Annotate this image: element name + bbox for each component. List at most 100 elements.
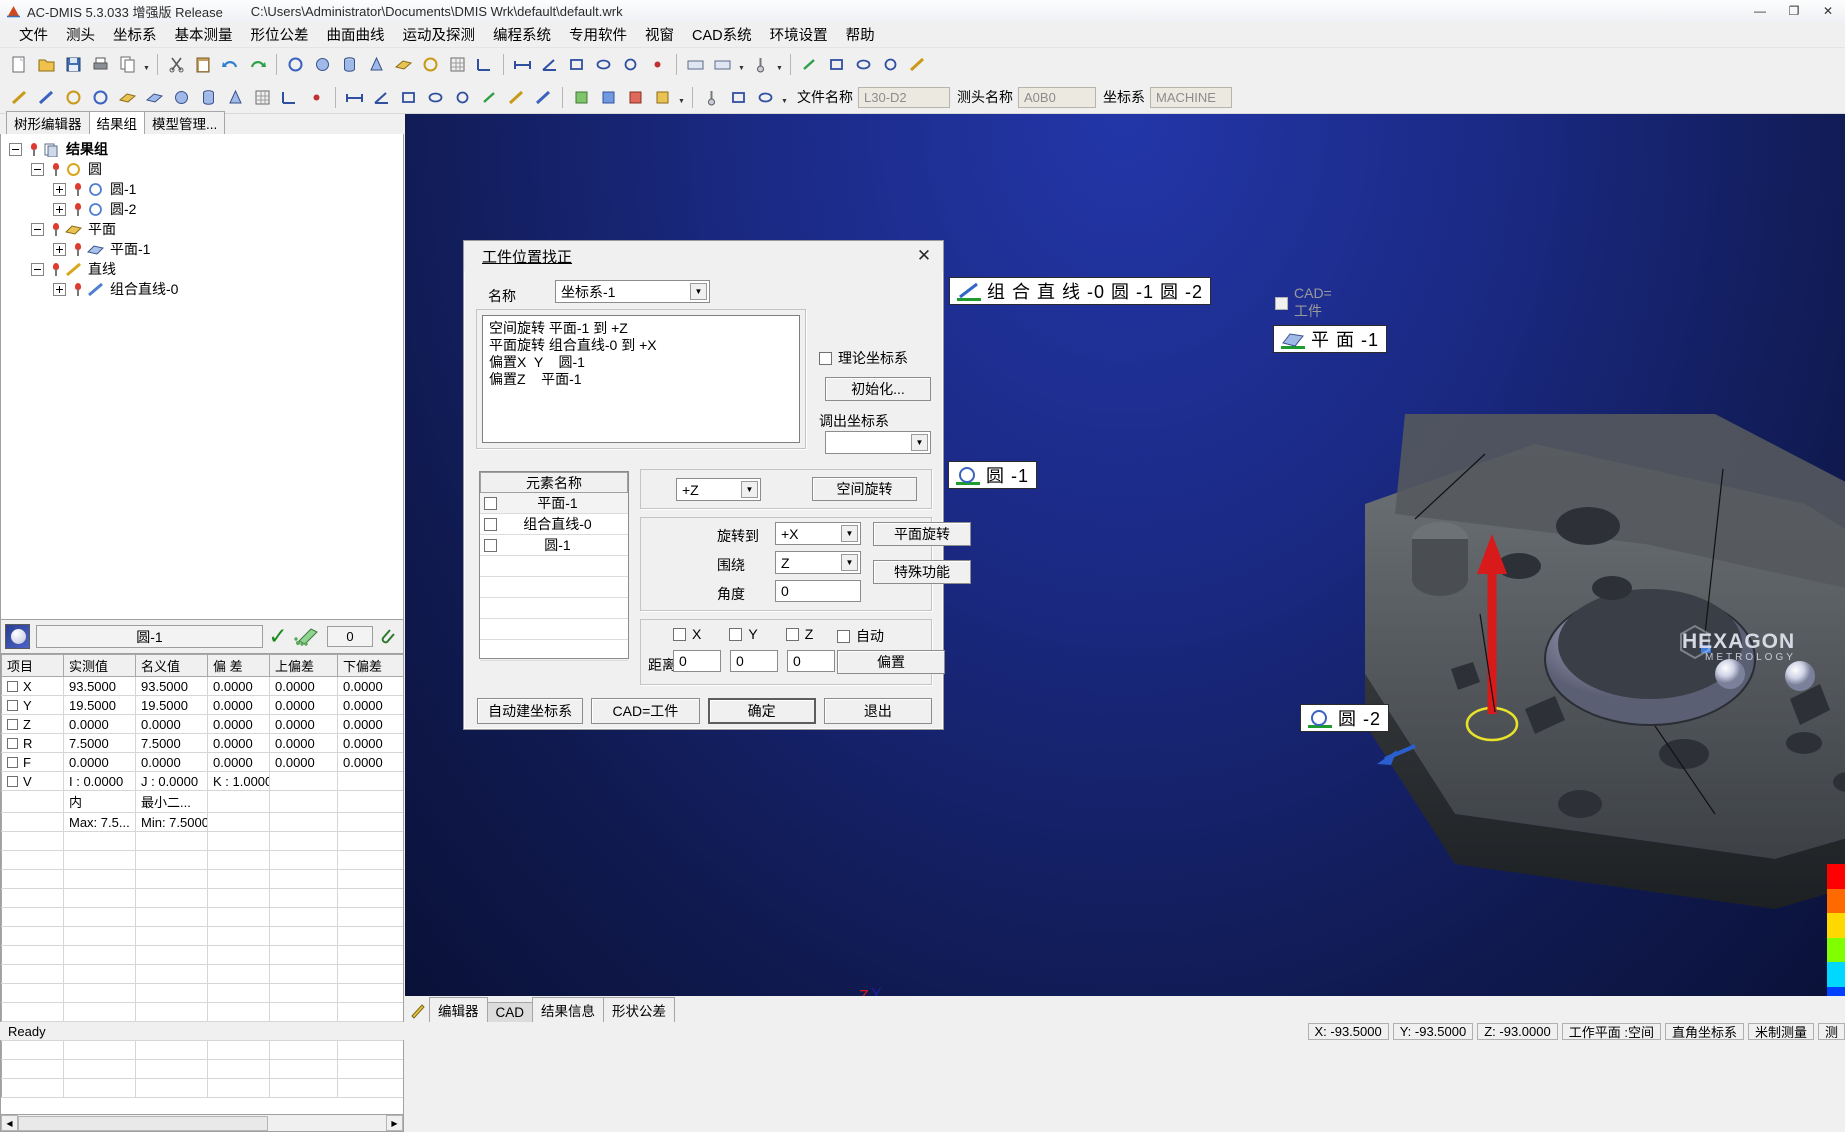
dialog-close-button[interactable]: ✕ <box>913 245 935 267</box>
element-list[interactable]: 平面-1 组合直线-0 圆-1 <box>480 493 628 661</box>
collapse-icon[interactable] <box>31 162 44 176</box>
toolbar2-btn-9[interactable] <box>250 85 275 110</box>
toolbar1-btn-4[interactable] <box>115 52 140 77</box>
toolbar1-btn-27[interactable] <box>824 52 849 77</box>
toolbar2-btn-0[interactable] <box>7 85 32 110</box>
table-header-0[interactable]: 项目 <box>1 654 64 677</box>
toolbar1-btn-25[interactable] <box>748 52 773 77</box>
toolbar1-btn-26[interactable] <box>797 52 822 77</box>
toolbar1-btn-24[interactable] <box>710 52 735 77</box>
tolerance-value-field[interactable]: 0 <box>327 626 373 647</box>
toolbar1-btn-8[interactable] <box>245 52 270 77</box>
toolbar1-btn-19[interactable] <box>564 52 589 77</box>
dialog-button-2[interactable]: 确定 <box>707 698 816 724</box>
toolbar2-btn-1[interactable] <box>34 85 59 110</box>
chevron-down-icon[interactable]: ▼ <box>911 434 928 451</box>
table-row-empty[interactable] <box>1 945 403 965</box>
auto-offset-checkbox[interactable]: 自动 <box>837 626 884 646</box>
dialog-button-0[interactable]: 自动建坐标系 <box>477 698 584 724</box>
toolbar-field-value-2[interactable]: MACHINE <box>1150 86 1232 108</box>
plane-rotate-button[interactable]: 平面旋转 <box>873 522 971 546</box>
space-rotate-button[interactable]: 空间旋转 <box>812 477 917 501</box>
table-row-empty[interactable] <box>1 1040 403 1060</box>
menu-item-5[interactable]: 曲面曲线 <box>318 21 394 48</box>
toolbar2-btn-25[interactable] <box>726 85 751 110</box>
viewport-label-1[interactable]: 平 面 -1 <box>1273 325 1388 353</box>
tree-node-5[interactable]: 平面-1 <box>9 239 403 259</box>
offset-axis-z-checkbox[interactable]: Z <box>785 626 813 642</box>
element-list-item-empty[interactable] <box>480 598 628 619</box>
tree-node-3[interactable]: 圆-2 <box>9 199 403 219</box>
toolbar1-btn-22[interactable] <box>645 52 670 77</box>
toolbar2-btn-4[interactable] <box>115 85 140 110</box>
toolbar1-btn-28[interactable] <box>851 52 876 77</box>
table-row-empty[interactable] <box>1 964 403 984</box>
chevron-down-icon[interactable]: ▼ <box>741 481 758 498</box>
row-checkbox[interactable] <box>7 737 18 749</box>
table-row-empty[interactable] <box>1 1059 403 1079</box>
menu-item-9[interactable]: 视窗 <box>636 21 683 48</box>
dialog-button-1[interactable]: CAD=工件 <box>591 698 700 724</box>
row-checkbox[interactable] <box>7 775 18 787</box>
checkbox-box[interactable] <box>673 627 686 641</box>
menu-item-0[interactable]: 文件 <box>10 21 57 48</box>
close-button[interactable]: ✕ <box>1811 0 1845 22</box>
toolbar1-btn-9[interactable] <box>283 52 308 77</box>
toolbar1-btn-21[interactable] <box>618 52 643 77</box>
element-list-item-empty[interactable] <box>480 619 628 640</box>
toolbar2-btn-26[interactable] <box>753 85 778 110</box>
tree-node-1[interactable]: 圆 <box>9 159 403 179</box>
element-list-item-0[interactable]: 平面-1 <box>480 493 628 514</box>
table-row-empty[interactable] <box>1 1002 403 1022</box>
toolbar2-btn-18[interactable] <box>504 85 529 110</box>
element-list-item-empty[interactable] <box>480 556 628 577</box>
toolbar1-btn-6[interactable] <box>191 52 216 77</box>
menu-item-4[interactable]: 形位公差 <box>242 21 318 48</box>
table-row-empty[interactable] <box>1 983 403 1003</box>
toolbar1-btn-3[interactable] <box>88 52 113 77</box>
toolbar2-btn-22[interactable] <box>623 85 648 110</box>
toolbar2-btn-11[interactable] <box>304 85 329 110</box>
offset-axis-y-checkbox[interactable]: Y <box>729 626 758 642</box>
toolbar2-btn-17[interactable] <box>477 85 502 110</box>
table-header-2[interactable]: 名义值 <box>135 654 208 677</box>
toolbar1-btn-13[interactable] <box>391 52 416 77</box>
menu-item-3[interactable]: 基本测量 <box>166 21 242 48</box>
table-row-empty[interactable] <box>1 926 403 946</box>
toolbar2-btn-3[interactable] <box>88 85 113 110</box>
table-row-empty[interactable] <box>1 888 403 908</box>
table-row[interactable]: R 7.5000 7.5000 0.0000 0.0000 0.0000 <box>1 733 403 753</box>
table-row[interactable]: X 93.5000 93.5000 0.0000 0.0000 0.0000 <box>1 676 403 696</box>
toolbar2-btn-15[interactable] <box>423 85 448 110</box>
alignment-script-box[interactable]: 空间旋转 平面-1 到 +Z 平面旋转 组合直线-0 到 +X 偏置X Y 圆-1 偏… <box>482 315 800 443</box>
distance-input-1[interactable]: 0 <box>730 650 778 672</box>
toolbar1-btn-1[interactable] <box>34 52 59 77</box>
theory-cs-checkbox[interactable]: 理论坐标系 <box>819 348 908 368</box>
toolbar1-btn-18[interactable] <box>537 52 562 77</box>
expand-icon[interactable] <box>53 182 66 196</box>
toolbar2-btn-13[interactable] <box>369 85 394 110</box>
toolbar2-btn-14[interactable] <box>396 85 421 110</box>
element-checkbox[interactable] <box>484 517 497 531</box>
workpiece-alignment-dialog[interactable]: 工件位置找正 ✕ 名称 坐标系-1 ▼ CAD=工件 空间旋转 平面-1 到 +… <box>463 240 1332 730</box>
chevron-down-icon[interactable]: ▼ <box>690 283 707 300</box>
toolbar2-btn-19[interactable] <box>531 85 556 110</box>
dialog-button-3[interactable]: 退出 <box>823 698 932 724</box>
tree-node-0[interactable]: 结果组 <box>9 139 403 159</box>
menu-item-12[interactable]: 帮助 <box>837 21 884 48</box>
scroll-left-arrow[interactable]: ◀ <box>1 1115 18 1131</box>
table-row[interactable]: V I : 0.0000 J : 0.0000 K : 1.0000 <box>1 771 403 791</box>
viewport-tab-2[interactable]: 结果信息 <box>532 997 605 1022</box>
toolbar2-btn-23[interactable] <box>650 85 675 110</box>
toolbar1-btn-17[interactable] <box>510 52 535 77</box>
menu-item-6[interactable]: 运动及探测 <box>394 21 485 48</box>
element-list-item-1[interactable]: 组合直线-0 <box>480 514 628 535</box>
toolbar1-btn-14[interactable] <box>418 52 443 77</box>
toolbar2-btn-12[interactable] <box>342 85 367 110</box>
scroll-right-arrow[interactable]: ▶ <box>386 1115 403 1131</box>
element-list-item-empty[interactable] <box>480 577 628 598</box>
table-header-4[interactable]: 上偏差 <box>269 654 338 677</box>
points-cloud-icon[interactable] <box>293 625 323 649</box>
toolbar1-btn-20[interactable] <box>591 52 616 77</box>
table-row[interactable]: Y 19.5000 19.5000 0.0000 0.0000 0.0000 <box>1 695 403 715</box>
